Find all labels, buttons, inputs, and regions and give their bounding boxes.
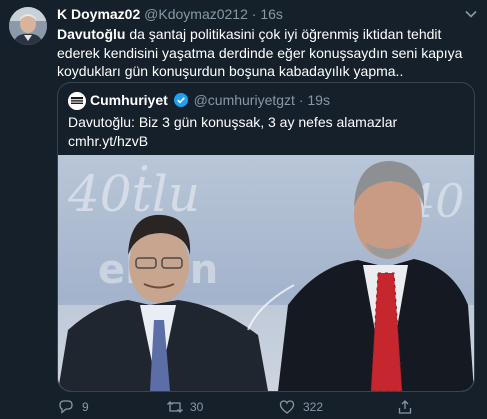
- share-icon: [398, 400, 412, 414]
- quoted-link[interactable]: cmhr.yt/hzvB: [68, 132, 397, 151]
- retweet-count: 30: [190, 400, 204, 414]
- reply-count: 9: [82, 400, 89, 414]
- share-button[interactable]: [397, 398, 413, 416]
- quoted-avatar[interactable]: [68, 92, 86, 110]
- quoted-separator: ·: [298, 92, 304, 108]
- quoted-text: Davutoğlu: Biz 3 gün konuşsak, 3 ay nefe…: [68, 113, 397, 150]
- quoted-text-line: Davutoğlu: Biz 3 gün konuşsak, 3 ay nefe…: [68, 114, 398, 130]
- reply-icon: [59, 400, 73, 414]
- quoted-handle[interactable]: @cumhuriyetgzt: [194, 92, 295, 108]
- quoted-image[interactable]: 40ṫlu 40 elsen: [58, 155, 474, 391]
- banner-text-left: 40ṫlu: [67, 164, 200, 223]
- tweet-time[interactable]: 16s: [260, 6, 283, 22]
- quoted-header: Cumhuriyet @cumhuriyetgzt · 19s: [90, 92, 330, 108]
- tweet-text: Davutoğlu da şantaj politikasini çok iyi…: [57, 25, 469, 81]
- tweet-actions: 9 30 322: [0, 396, 487, 418]
- retweet-icon: [167, 401, 183, 413]
- quoted-author-name[interactable]: Cumhuriyet: [90, 92, 168, 108]
- heart-icon: [279, 400, 295, 414]
- quoted-time[interactable]: 19s: [307, 92, 330, 108]
- author-name[interactable]: K Doymaz02: [57, 6, 140, 22]
- header-separator: ·: [251, 6, 257, 22]
- like-count: 322: [303, 400, 324, 414]
- tweet-header: K Doymaz02 @Kdoymaz0212 · 16s: [57, 6, 283, 22]
- quoted-tweet[interactable]: Cumhuriyet @cumhuriyetgzt · 19s Davutoğl…: [57, 82, 475, 392]
- tweet-text-bold: Davutoğlu: [57, 26, 126, 42]
- tweet[interactable]: K Doymaz02 @Kdoymaz0212 · 16s Davutoğlu …: [0, 0, 487, 419]
- verified-icon: [173, 93, 188, 107]
- author-handle[interactable]: @Kdoymaz0212: [144, 6, 248, 22]
- author-avatar[interactable]: [9, 7, 47, 45]
- chevron-down-icon[interactable]: [464, 7, 478, 21]
